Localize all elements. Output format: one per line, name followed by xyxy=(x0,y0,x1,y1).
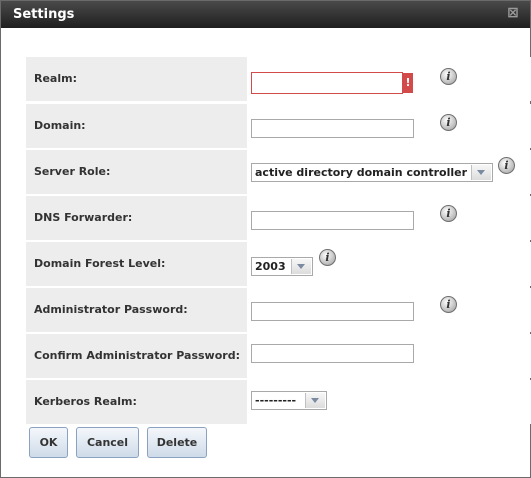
kerberos-realm-row: Kerberos Realm: --------- xyxy=(26,380,531,424)
domain-info-icon[interactable]: i xyxy=(440,114,457,131)
domain-forest-level-label-cell: Domain Forest Level: xyxy=(26,242,247,286)
server-role-select[interactable]: active directory domain controller xyxy=(251,163,493,182)
realm-label: Realm: xyxy=(34,72,77,85)
admin-password-info-icon[interactable]: i xyxy=(440,296,457,313)
domain-forest-level-info-icon[interactable]: i xyxy=(319,249,336,266)
admin-password-label: Administrator Password: xyxy=(34,303,188,316)
dns-forwarder-info-icon[interactable]: i xyxy=(440,205,457,222)
admin-password-row: Administrator Password: i xyxy=(26,288,531,332)
realm-field-cell: ! xyxy=(247,57,531,101)
confirm-admin-password-label-cell: Confirm Administrator Password: xyxy=(26,334,247,378)
domain-label-cell: Domain: xyxy=(26,104,247,148)
domain-forest-level-row: Domain Forest Level: 2003 i xyxy=(26,242,531,286)
admin-password-input[interactable] xyxy=(251,302,414,321)
realm-row: Realm: ! i xyxy=(26,57,531,101)
server-role-label-cell: Server Role: xyxy=(26,150,247,194)
realm-input[interactable] xyxy=(251,72,403,94)
dialog-title: Settings xyxy=(13,7,75,22)
ok-button[interactable]: OK xyxy=(29,427,68,458)
domain-forest-level-value: 2003 xyxy=(255,260,286,273)
dns-forwarder-label-cell: DNS Forwarder: xyxy=(26,196,247,240)
dns-forwarder-label: DNS Forwarder: xyxy=(34,211,133,224)
confirm-admin-password-label: Confirm Administrator Password: xyxy=(34,349,240,362)
dns-forwarder-field-cell xyxy=(247,196,531,240)
server-role-field-cell: active directory domain controller xyxy=(247,150,531,194)
settings-dialog: Settings ⊠ Realm: ! i Domain: i Server R… xyxy=(0,0,531,478)
kerberos-realm-value: --------- xyxy=(255,394,297,407)
confirm-admin-password-row: Confirm Administrator Password: xyxy=(26,334,531,378)
chevron-down-icon xyxy=(305,393,325,408)
confirm-admin-password-field-cell xyxy=(247,334,531,378)
dialog-titlebar[interactable]: Settings ⊠ xyxy=(1,1,530,28)
dns-forwarder-row: DNS Forwarder: i xyxy=(26,196,531,240)
cancel-button[interactable]: Cancel xyxy=(76,427,139,458)
server-role-info-icon[interactable]: i xyxy=(498,157,515,174)
kerberos-realm-select[interactable]: --------- xyxy=(251,391,327,410)
admin-password-label-cell: Administrator Password: xyxy=(26,288,247,332)
realm-error-icon: ! xyxy=(403,73,413,93)
confirm-admin-password-input[interactable] xyxy=(251,344,414,363)
domain-forest-level-select[interactable]: 2003 xyxy=(251,257,313,276)
domain-forest-level-label: Domain Forest Level: xyxy=(34,257,166,270)
server-role-row: Server Role: active directory domain con… xyxy=(26,150,531,194)
kerberos-realm-label: Kerberos Realm: xyxy=(34,395,137,408)
kerberos-realm-field-cell: --------- xyxy=(247,380,531,424)
chevron-down-icon xyxy=(291,259,311,274)
admin-password-field-cell xyxy=(247,288,531,332)
delete-button[interactable]: Delete xyxy=(147,427,207,458)
server-role-label: Server Role: xyxy=(34,165,111,178)
domain-field-cell xyxy=(247,104,531,148)
domain-input[interactable] xyxy=(251,119,414,138)
domain-row: Domain: i xyxy=(26,104,531,148)
domain-forest-level-field-cell: 2003 xyxy=(247,242,531,286)
dns-forwarder-input[interactable] xyxy=(251,211,414,230)
realm-label-cell: Realm: xyxy=(26,57,247,101)
close-icon[interactable]: ⊠ xyxy=(506,6,520,20)
chevron-down-icon xyxy=(471,165,491,180)
server-role-value: active directory domain controller xyxy=(255,166,468,179)
domain-label: Domain: xyxy=(34,119,86,132)
realm-info-icon[interactable]: i xyxy=(440,68,457,85)
kerberos-realm-label-cell: Kerberos Realm: xyxy=(26,380,247,424)
